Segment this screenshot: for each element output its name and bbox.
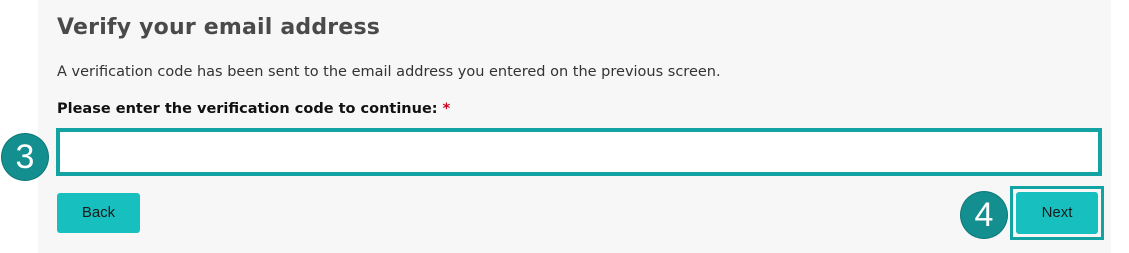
verification-code-input[interactable]: [56, 128, 1102, 176]
step-marker-4: 4: [961, 192, 1007, 238]
page-title: Verify your email address: [57, 15, 381, 40]
back-button[interactable]: Back: [57, 193, 140, 233]
code-field-label: Please enter the verification code to co…: [57, 101, 450, 117]
description-text: A verification code has been sent to the…: [57, 64, 721, 80]
next-button[interactable]: Next: [1016, 192, 1098, 234]
code-field-label-text: Please enter the verification code to co…: [57, 101, 438, 117]
required-asterisk: *: [442, 101, 451, 117]
step-marker-3: 3: [2, 134, 48, 180]
